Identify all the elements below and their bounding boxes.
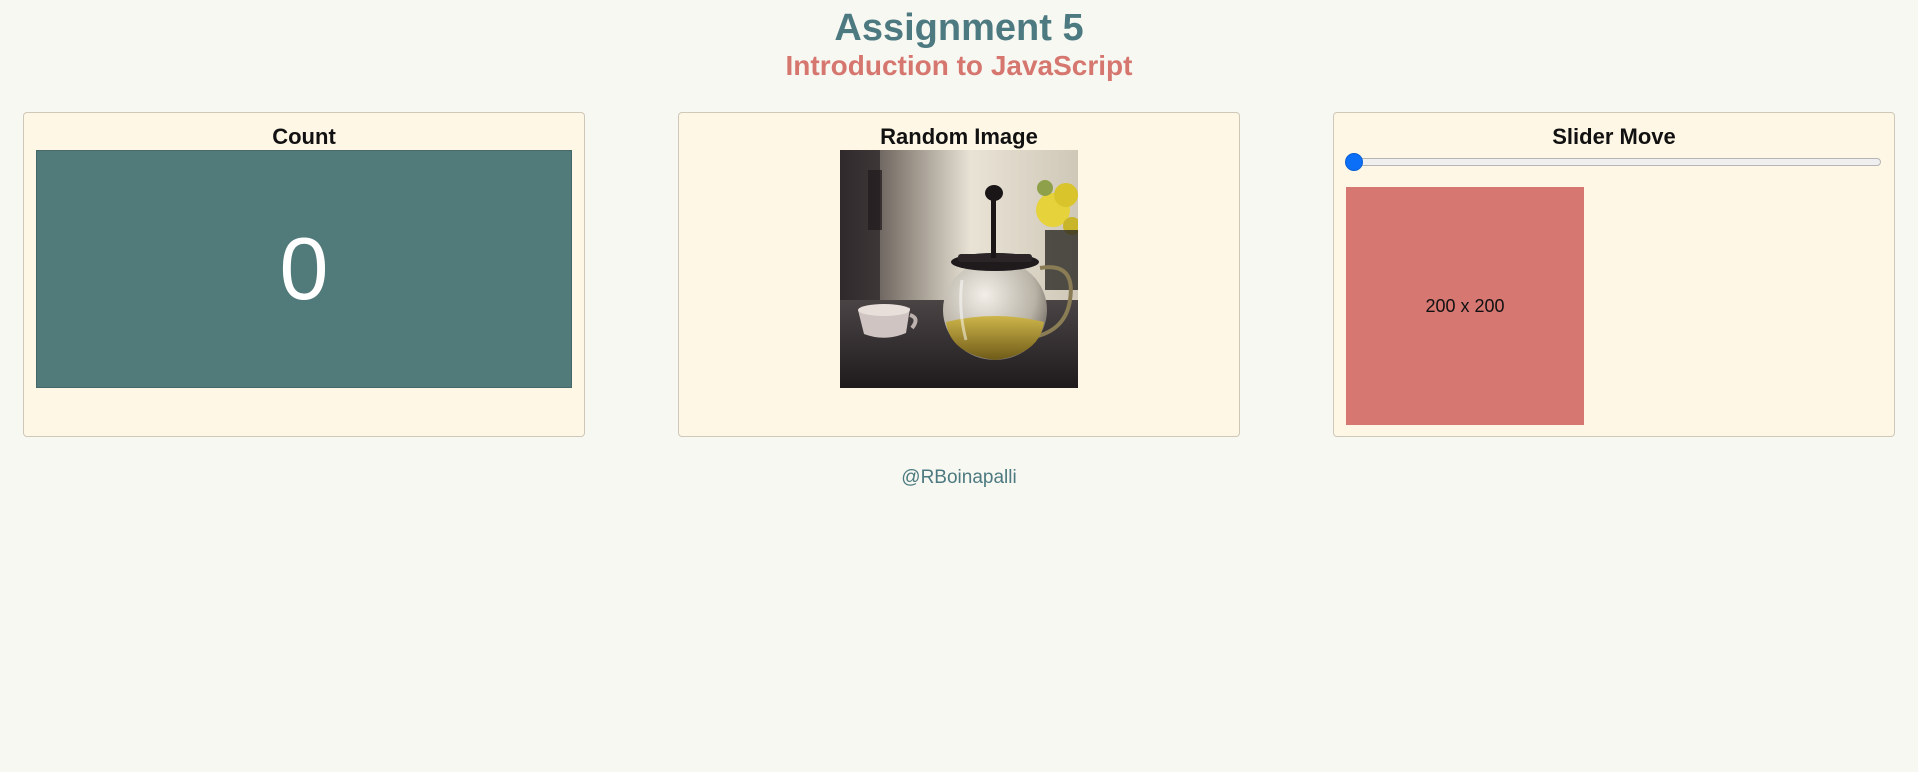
count-card: Count 0 — [23, 112, 585, 437]
slider-thumb[interactable] — [1345, 153, 1363, 171]
resize-box: 200 x 200 — [1346, 187, 1584, 425]
random-image-card: Random Image — [678, 112, 1240, 437]
random-image[interactable] — [840, 150, 1078, 388]
page-header: Assignment 5 Introduction to JavaScript — [0, 0, 1918, 83]
page-title: Assignment 5 — [834, 7, 1084, 49]
random-image-card-title: Random Image — [880, 124, 1038, 149]
teapot-image — [840, 150, 1078, 388]
resize-box-label: 200 x 200 — [1425, 295, 1505, 316]
page-footer: @RBoinapalli — [0, 467, 1918, 489]
size-slider[interactable] — [1345, 153, 1881, 171]
count-display[interactable]: 0 — [36, 150, 572, 388]
page-subtitle: Introduction to JavaScript — [785, 50, 1133, 81]
slider-move-card-title: Slider Move — [1552, 124, 1676, 149]
slider-move-card: Slider Move 200 x 200 — [1333, 112, 1895, 437]
cards-container: Count 0 Random Image Slider Move 200 x 2… — [0, 112, 1918, 442]
author-handle-link[interactable]: @RBoinapalli — [901, 467, 1016, 488]
count-card-title: Count — [272, 124, 336, 149]
